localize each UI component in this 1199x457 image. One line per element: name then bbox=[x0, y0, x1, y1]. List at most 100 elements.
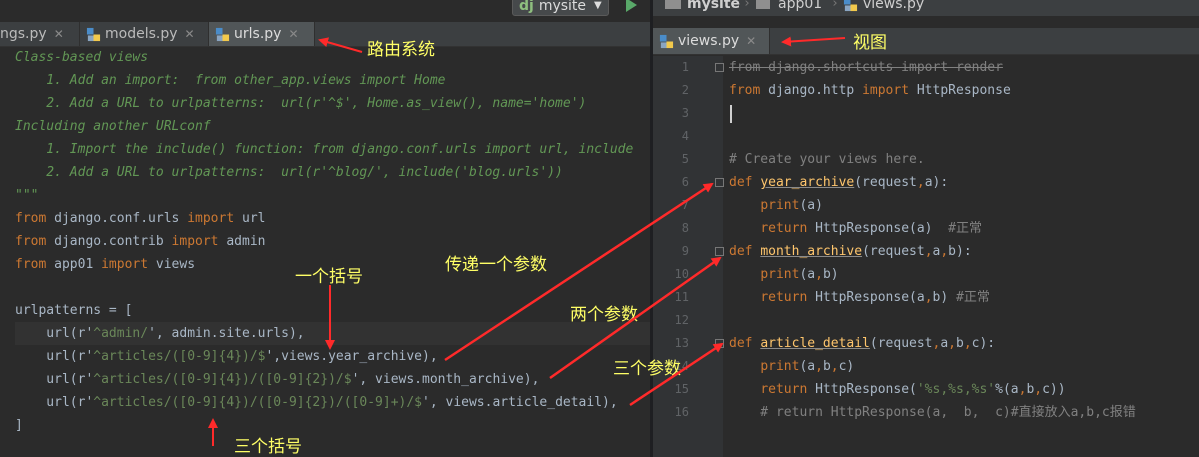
run-config-label: mysite bbox=[538, 0, 587, 14]
code-token: admin bbox=[226, 234, 266, 249]
breadcrumb-file[interactable]: views.py bbox=[863, 0, 924, 12]
python-file-icon bbox=[843, 0, 858, 12]
code-token: return bbox=[760, 221, 816, 236]
code-token: , bbox=[924, 290, 933, 305]
code-token: month_archive bbox=[760, 244, 863, 259]
tab-views[interactable]: views.py ✕ bbox=[653, 28, 770, 54]
code-token: (request bbox=[854, 175, 917, 190]
code-token: (request bbox=[862, 244, 925, 259]
fold-marker-icon[interactable] bbox=[715, 247, 724, 256]
code-token: import bbox=[171, 234, 227, 249]
left-editor-pane: ngs.py ✕ models.py ✕ urls.py ✕ dj mysite… bbox=[0, 0, 650, 457]
fold-marker-icon[interactable] bbox=[715, 339, 724, 348]
code-line: from app01 import views bbox=[15, 253, 195, 276]
annotation-pass-one-param: 传递一个参数 bbox=[445, 255, 547, 275]
line-number: 7 bbox=[681, 198, 689, 212]
code-token: import bbox=[101, 257, 156, 272]
code-token: (a bbox=[799, 267, 816, 282]
code-token: , bbox=[815, 359, 823, 374]
tab-models-label: models.py bbox=[105, 26, 178, 42]
breadcrumb-app[interactable]: app01 bbox=[778, 0, 822, 12]
tab-settings[interactable]: ngs.py ✕ bbox=[0, 22, 80, 46]
code-line: def article_detail(request,a,b,c): bbox=[729, 332, 995, 355]
code-token: year_archive bbox=[760, 175, 855, 190]
line-number: 5 bbox=[681, 152, 689, 166]
breadcrumb-project[interactable]: mysite bbox=[687, 0, 740, 12]
code-token: ', admin.site.urls), bbox=[148, 326, 305, 341]
code-token: django.contrib bbox=[54, 234, 172, 249]
code-line: def month_archive(request,a,b): bbox=[729, 240, 972, 263]
run-configuration-select[interactable]: dj mysite ▼ bbox=[512, 0, 609, 16]
close-icon[interactable]: ✕ bbox=[185, 27, 195, 41]
folder-icon bbox=[665, 0, 681, 9]
code-token: 2. Add a URL to urlpatterns: url(r'^$', … bbox=[15, 96, 587, 111]
tab-urls-label: urls.py bbox=[234, 26, 282, 42]
line-number: 8 bbox=[681, 221, 689, 235]
code-token: , bbox=[963, 336, 972, 351]
code-token: , bbox=[940, 244, 949, 259]
code-token: article_detail bbox=[760, 336, 870, 351]
code-token: b) bbox=[822, 267, 839, 282]
code-line: url(r'^articles/([0-9]{4})/([0-9]{2})/([… bbox=[15, 391, 617, 414]
code-token: print bbox=[760, 198, 800, 213]
code-token: from bbox=[15, 211, 55, 226]
code-token: b): bbox=[948, 244, 972, 259]
code-token: HttpResponse bbox=[916, 83, 1011, 98]
code-line: 1. Add an import: from other_app.views i… bbox=[15, 69, 445, 92]
code-line: def year_archive(request,a): bbox=[729, 171, 948, 194]
code-token: c): bbox=[971, 336, 996, 351]
fold-marker-icon[interactable] bbox=[715, 63, 724, 72]
annotation-three-params: 三个参数 bbox=[613, 359, 681, 379]
code-token: ^articles/([0-9]{4})/([0-9]{2})/([0-9]+)… bbox=[93, 395, 423, 410]
code-token: ^admin/ bbox=[93, 326, 149, 341]
line-number: 16 bbox=[674, 405, 689, 419]
folder-icon bbox=[756, 0, 770, 9]
run-icon[interactable] bbox=[626, 0, 637, 12]
close-icon[interactable]: ✕ bbox=[746, 34, 756, 48]
line-number: 13 bbox=[674, 336, 689, 350]
annotation-routing-system: 路由系统 bbox=[367, 40, 435, 60]
tab-models[interactable]: models.py ✕ bbox=[80, 22, 209, 46]
tab-urls[interactable]: urls.py ✕ bbox=[209, 22, 315, 46]
line-number: 15 bbox=[674, 382, 689, 396]
code-token: # Create your views here. bbox=[729, 152, 925, 167]
code-token: import bbox=[862, 83, 917, 98]
urls-code-area[interactable]: Class-based views 1. Add an import: from… bbox=[15, 46, 650, 457]
code-token: 1. Import the include() function: from d… bbox=[15, 142, 634, 157]
tab-settings-label: ngs.py bbox=[0, 26, 47, 42]
code-token: """ bbox=[15, 188, 39, 203]
right-editor-pane: mysite › app01 › views.py views.py ✕ 123… bbox=[653, 0, 1199, 457]
code-token: from bbox=[729, 83, 769, 98]
python-file-icon bbox=[86, 27, 101, 41]
close-icon[interactable]: ✕ bbox=[54, 27, 64, 41]
code-token: 1. Add an import: from other_app.views i… bbox=[15, 73, 446, 88]
code-token: return bbox=[760, 382, 816, 397]
code-token: views bbox=[155, 257, 196, 272]
code-token: ',views.year_archive), bbox=[265, 349, 438, 364]
code-line: 1. Import the include() function: from d… bbox=[15, 138, 633, 161]
code-line: url(r'^articles/([0-9]{4})/([0-9]{2})/$'… bbox=[15, 368, 539, 391]
code-token: url(r' bbox=[15, 349, 94, 364]
left-tab-bar: ngs.py ✕ models.py ✕ urls.py ✕ bbox=[0, 22, 650, 47]
code-line: 2. Add a URL to urlpatterns: url(r'^blog… bbox=[15, 161, 563, 184]
code-token: c)) bbox=[1042, 382, 1066, 397]
code-token: ] bbox=[15, 418, 23, 433]
code-token: # return HttpResponse(a, b, c)#直接放入a,b,c… bbox=[729, 405, 1136, 420]
code-token: from django.shortcuts import render bbox=[729, 60, 1003, 75]
fold-marker-icon[interactable] bbox=[715, 178, 724, 187]
code-token: , bbox=[924, 244, 933, 259]
line-number: 10 bbox=[674, 267, 689, 281]
code-token: django.conf.urls bbox=[54, 211, 188, 226]
line-number: 6 bbox=[681, 175, 689, 189]
code-token: django.http bbox=[768, 83, 863, 98]
line-number: 11 bbox=[674, 290, 689, 304]
code-token: url(r' bbox=[15, 372, 94, 387]
close-icon[interactable]: ✕ bbox=[288, 27, 298, 41]
code-line: from django.contrib import admin bbox=[15, 230, 265, 253]
code-token: ^articles/([0-9]{4})/([0-9]{2})/$ bbox=[93, 372, 352, 387]
code-token: from bbox=[15, 234, 55, 249]
code-line: print(a,b,c) bbox=[729, 355, 854, 378]
views-code-area[interactable]: from django.shortcuts import render from … bbox=[729, 56, 1199, 457]
code-token: HttpResponse(a) bbox=[815, 221, 949, 236]
